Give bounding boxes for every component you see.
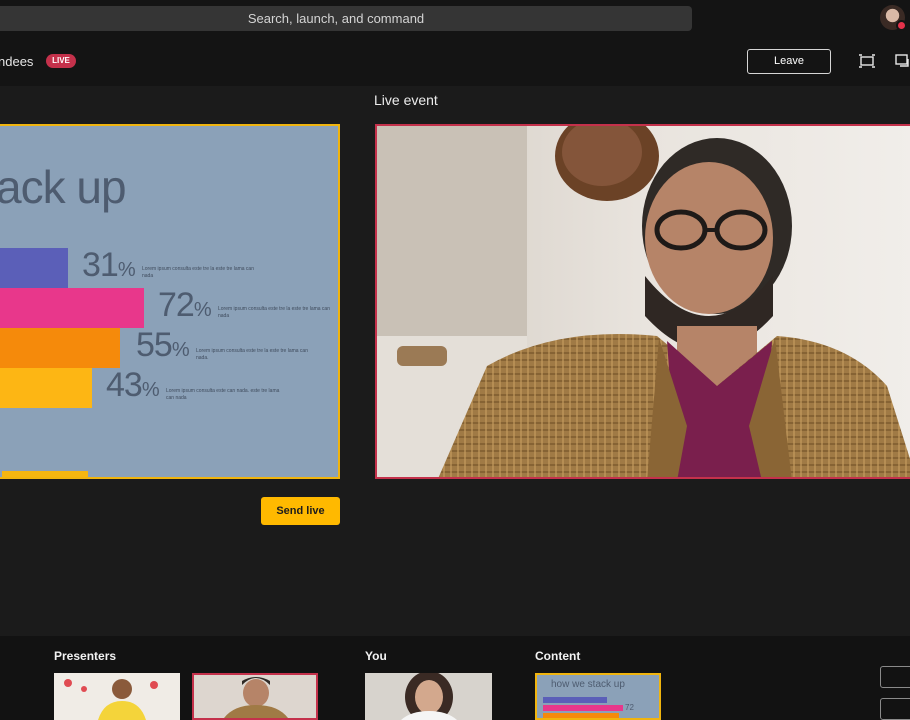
slide-desc-4: Lorem ipsum consulta este can nada. este… xyxy=(166,388,280,401)
title-bar: Search, launch, and command xyxy=(0,0,910,38)
title-bar-edge xyxy=(186,0,346,4)
you-thumbnail[interactable] xyxy=(365,673,492,720)
slide-bar-1 xyxy=(0,248,68,288)
presenter-thumbnail-live[interactable] xyxy=(192,673,318,720)
content-thumbnail[interactable]: how we stack up 72 xyxy=(535,673,661,720)
status-dot-icon xyxy=(896,20,907,31)
fit-frame-icon[interactable] xyxy=(858,52,876,70)
content-thumbnail-bar-1 xyxy=(543,697,607,703)
live-presenter-thumbnail-illustration xyxy=(194,675,316,718)
slide-footer-bar xyxy=(2,471,88,477)
presenter-thumbnail[interactable] xyxy=(54,673,180,720)
content-thumbnail-value: 72 xyxy=(625,703,634,712)
content-thumbnail-bar-3 xyxy=(543,713,619,718)
slide-desc-3: Lorem ipsum consulta este tre la este tr… xyxy=(196,348,308,361)
presenter-video-illustration xyxy=(377,126,910,477)
slide-bar-2 xyxy=(0,288,144,328)
live-event-label: Live event xyxy=(374,92,438,108)
queue-preview[interactable]: ack up 31% Lorem ipsum consulta este tre… xyxy=(0,124,340,479)
share-screen-icon[interactable] xyxy=(894,52,910,70)
content-thumbnail-bar-2 xyxy=(543,705,623,711)
you-thumbnail-illustration xyxy=(365,673,492,720)
send-live-button[interactable]: Send live xyxy=(261,497,340,525)
slide-desc-2: Lorem ipsum consulta este tre la este tr… xyxy=(218,306,330,319)
event-title: ndees xyxy=(0,54,34,69)
slide-bar-4 xyxy=(0,368,92,408)
profile-avatar[interactable] xyxy=(880,5,907,31)
slide-percent-2: 72% xyxy=(158,286,212,324)
slide-percent-3: 55% xyxy=(136,326,190,364)
slide-title: ack up xyxy=(0,161,127,213)
slide-desc-1: Lorem ipsum consulta este tre la este tr… xyxy=(142,266,254,279)
slide-percent-4: 43% xyxy=(106,366,160,404)
slide-bar-3 xyxy=(0,328,120,368)
content-label: Content xyxy=(535,649,581,663)
you-label: You xyxy=(365,649,387,663)
live-badge: LIVE xyxy=(46,54,76,68)
search-input[interactable]: Search, launch, and command xyxy=(0,6,692,31)
live-event-video[interactable] xyxy=(375,124,910,479)
leave-button[interactable]: Leave xyxy=(747,49,831,74)
content-thumbnail-title: how we stack up xyxy=(551,679,625,690)
slide-percent-1: 31% xyxy=(82,246,136,284)
side-control-top[interactable] xyxy=(880,666,910,688)
presenter-thumbnail-illustration xyxy=(54,673,180,720)
presenters-label: Presenters xyxy=(54,649,117,663)
side-control-bottom[interactable] xyxy=(880,698,910,720)
